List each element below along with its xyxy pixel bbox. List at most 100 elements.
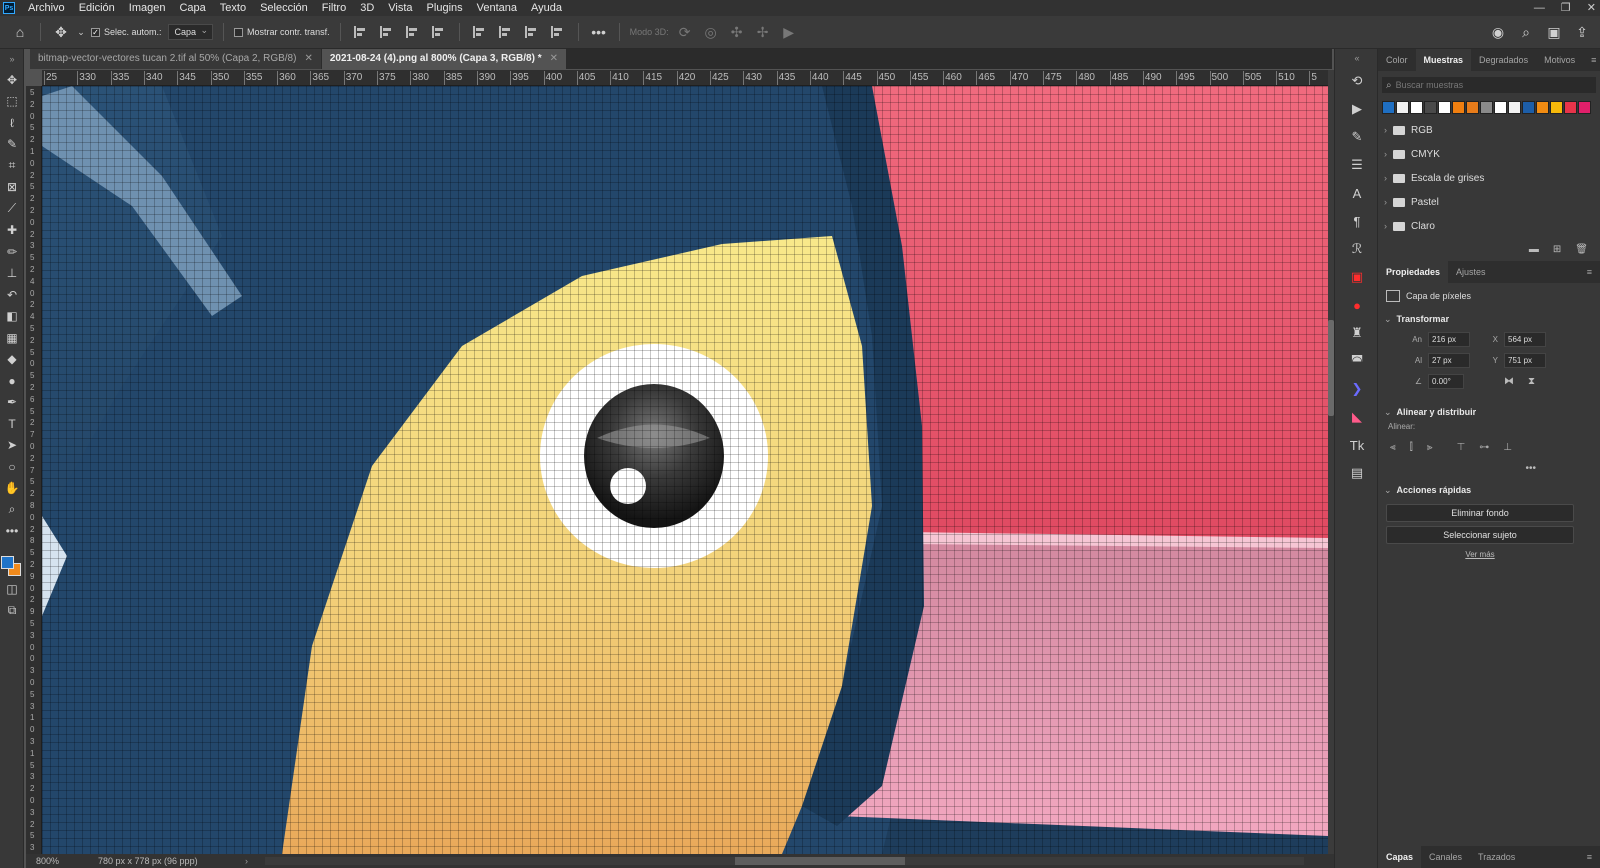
crop-tool-icon[interactable]: ⌗ [0, 155, 24, 177]
color-swatch[interactable] [1564, 101, 1577, 114]
shape-tool-icon[interactable]: ○ [0, 456, 24, 478]
dodge-tool-icon[interactable]: ● [0, 370, 24, 392]
tk-plugin-icon[interactable]: Tk [1335, 431, 1379, 459]
tab-gradients[interactable]: Degradados [1471, 49, 1536, 71]
shirt-plugin-icon[interactable]: ♜ [1335, 319, 1379, 347]
restore-icon[interactable]: ❐ [1561, 0, 1571, 16]
tab-patterns[interactable]: Motivos [1536, 49, 1583, 71]
tab-swatches[interactable]: Muestras [1415, 49, 1472, 71]
color-swatch[interactable] [1522, 101, 1535, 114]
slide-3d-icon[interactable]: ✢ [753, 24, 773, 41]
foreground-color[interactable] [1, 556, 14, 569]
healing-brush-tool-icon[interactable]: ✚ [0, 220, 24, 242]
align-bottom-icon[interactable] [524, 26, 539, 38]
align-right-icon[interactable] [405, 26, 420, 38]
path-select-tool-icon[interactable]: ➤ [0, 435, 24, 457]
tab-properties[interactable]: Propiedades [1378, 261, 1449, 283]
see-more-link[interactable]: Ver más [1378, 550, 1600, 559]
share-user-icon[interactable]: ◉ [1488, 24, 1508, 41]
menu-texto[interactable]: Texto [213, 0, 253, 16]
tab-color[interactable]: Color [1378, 49, 1416, 71]
document-info[interactable]: 780 px x 778 px (96 ppp) [90, 856, 245, 866]
panel-menu-icon[interactable]: ≡ [1579, 846, 1600, 868]
move-tool-icon[interactable]: ✥ [51, 24, 71, 41]
menu-archivo[interactable]: Archivo [21, 0, 72, 16]
align-middle-v-icon[interactable]: ⊶ [1479, 442, 1489, 453]
stamp-tool-icon[interactable]: ⊥ [0, 263, 24, 285]
height-field[interactable]: 27 px [1428, 353, 1470, 368]
auto-select-checkbox[interactable]: ✓ Selec. autom.: [91, 27, 162, 37]
color-swatch[interactable] [1536, 101, 1549, 114]
record-plugin-icon[interactable]: ● [1335, 291, 1379, 319]
more-tools-icon[interactable]: ••• [0, 521, 24, 543]
adjustments-panel-icon[interactable]: ☰ [1335, 151, 1379, 179]
flip-horizontal-icon[interactable]: ⧓ [1504, 376, 1514, 387]
auto-select-dropdown[interactable]: Capa [167, 23, 214, 40]
pan-3d-icon[interactable]: ✣ [727, 24, 747, 41]
eraser-tool-icon[interactable]: ◧ [0, 306, 24, 328]
actions-panel-icon[interactable]: ▶ [1335, 95, 1379, 123]
close-icon[interactable]: ✕ [304, 49, 312, 69]
menu-imagen[interactable]: Imagen [122, 0, 173, 16]
color-swatch[interactable] [1410, 101, 1423, 114]
menu-ayuda[interactable]: Ayuda [524, 0, 569, 16]
color-swatch[interactable] [1480, 101, 1493, 114]
paragraph-panel-icon[interactable]: ¶ [1335, 207, 1379, 235]
menu-3d[interactable]: 3D [353, 0, 381, 16]
history-brush-tool-icon[interactable]: ↶ [0, 284, 24, 306]
new-swatch-icon[interactable]: ⊞ [1553, 244, 1561, 255]
swatch-folder-grayscale[interactable]: › Escala de grises [1378, 166, 1600, 190]
arrow-plugin-icon[interactable]: ❯ [1335, 375, 1379, 403]
width-field[interactable]: 216 px [1428, 332, 1470, 347]
color-swatch[interactable] [1382, 101, 1395, 114]
chevron-right-icon[interactable]: › [245, 856, 265, 866]
camera-3d-icon[interactable]: ▶ [779, 24, 799, 41]
swatch-folder-light[interactable]: › Claro [1378, 214, 1600, 238]
bag-plugin-icon[interactable]: ◚ [1335, 347, 1379, 375]
trash-icon[interactable]: 🗑 [1575, 244, 1588, 255]
align-center-h-icon[interactable] [379, 26, 394, 38]
hand-tool-icon[interactable]: ✋ [0, 478, 24, 500]
panel-menu-icon[interactable]: ≡ [1579, 261, 1600, 283]
align-center-h-icon[interactable]: ⫿ [1410, 442, 1413, 453]
quick-select-tool-icon[interactable]: ✎ [0, 134, 24, 156]
more-options-button[interactable]: ••• [589, 24, 609, 40]
swatch-search-input[interactable] [1395, 80, 1576, 90]
brush-tool-icon[interactable]: ✏ [0, 241, 24, 263]
lasso-tool-icon[interactable]: ℓ [0, 112, 24, 134]
roll-3d-icon[interactable]: ◎ [701, 24, 721, 41]
brushes-panel-icon[interactable]: ✎ [1335, 123, 1379, 151]
library-panel-icon[interactable]: ▤ [1335, 459, 1379, 487]
tab-channels[interactable]: Canales [1421, 846, 1470, 868]
y-field[interactable]: 751 px [1504, 353, 1546, 368]
color-swatch[interactable] [1438, 101, 1451, 114]
color-swatch[interactable] [1550, 101, 1563, 114]
swatch-folder-pastel[interactable]: › Pastel [1378, 190, 1600, 214]
align-left-icon[interactable] [353, 26, 368, 38]
swatch-folder-rgb[interactable]: › RGB [1378, 118, 1600, 142]
color-swatch[interactable] [1396, 101, 1409, 114]
align-left-icon[interactable]: ⫷ [1390, 442, 1396, 453]
zoom-tool-icon[interactable]: ⌕ [0, 499, 24, 521]
distribute-h-icon[interactable] [431, 26, 446, 38]
zoom-level[interactable]: 800% [26, 856, 90, 866]
close-icon[interactable]: ✕ [550, 49, 558, 69]
color-swatch[interactable] [1424, 101, 1437, 114]
pen-tool-icon[interactable]: ✒ [0, 392, 24, 414]
pink-plugin-icon[interactable]: ◣ [1335, 403, 1379, 431]
select-subject-button[interactable]: Seleccionar sujeto [1386, 526, 1574, 544]
panel-menu-icon[interactable]: ≡ [1583, 49, 1600, 71]
orbit-3d-icon[interactable]: ⟳ [675, 24, 695, 41]
tab-document-2[interactable]: 2021-08-24 (4).png al 800% (Capa 3, RGB/… [321, 49, 566, 69]
collapse-panels-icon[interactable]: « [1335, 49, 1379, 67]
distribute-v-icon[interactable] [550, 26, 565, 38]
canvas-horizontal-scrollbar[interactable] [265, 857, 1304, 865]
screen-mode-icon[interactable]: ⧉ [0, 600, 24, 622]
color-swatch[interactable] [1452, 101, 1465, 114]
move-tool-icon[interactable]: ✥ [0, 69, 24, 91]
menu-vista[interactable]: Vista [381, 0, 419, 16]
align-top-icon[interactable] [472, 26, 487, 38]
history-panel-icon[interactable]: ⟲ [1335, 67, 1379, 95]
menu-filtro[interactable]: Filtro [315, 0, 353, 16]
glyphs-panel-icon[interactable]: ℛ [1335, 235, 1379, 263]
